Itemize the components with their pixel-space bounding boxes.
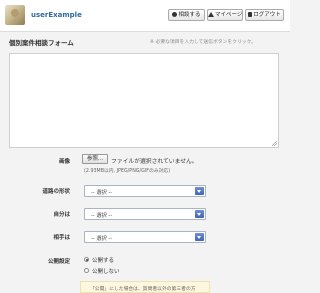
- file-browse-button[interactable]: 参照...: [82, 154, 108, 164]
- self-select[interactable]: -- 選択 --: [84, 208, 206, 220]
- file-hint: (2.93MB以内, JPEG/PNG/GIFのみ対応): [84, 169, 171, 174]
- mypage-button[interactable]: マイページ: [207, 9, 243, 21]
- publish-label: 公開設定: [47, 259, 70, 265]
- publish-radio[interactable]: [84, 257, 89, 262]
- file-status: ファイルが選択されていません。: [111, 159, 198, 165]
- form-note: ※ 必要な項目を入力して送信ボタンをクリック。: [150, 40, 256, 45]
- top-bar: userExample 相談する マイページ ログアウト: [0, 0, 290, 32]
- self-label: 自分は: [53, 212, 70, 218]
- image-label: 画像: [58, 159, 70, 165]
- road-shape-label: 道路の形状: [42, 189, 70, 195]
- resize-grip-icon[interactable]: [272, 141, 277, 146]
- avatar[interactable]: [5, 5, 25, 25]
- unpublish-radio[interactable]: [84, 268, 89, 273]
- road-shape-select[interactable]: -- 選択 --: [84, 185, 206, 197]
- home-icon: [208, 12, 214, 17]
- publish-radio-label[interactable]: 公開する: [92, 256, 114, 264]
- dropdown-arrow-icon: [195, 210, 204, 218]
- dropdown-arrow-icon: [195, 233, 204, 241]
- logout-button[interactable]: ログアウト: [245, 9, 284, 21]
- info-box: 「公開」にした場合は、質問者以外の第三者の方: [80, 281, 210, 293]
- logout-icon: [248, 12, 253, 17]
- consult-button[interactable]: 相談する: [168, 9, 205, 21]
- consultation-textarea[interactable]: [9, 53, 279, 148]
- unpublish-radio-label[interactable]: 公開しない: [92, 267, 120, 275]
- username-link[interactable]: userExample: [31, 11, 82, 19]
- other-party-label: 相手は: [53, 235, 70, 241]
- dropdown-arrow-icon: [195, 187, 204, 195]
- other-party-select[interactable]: -- 選択 --: [84, 231, 206, 243]
- plus-circle-icon: [172, 12, 178, 17]
- form-title: 個別案件相談フォーム: [9, 39, 74, 47]
